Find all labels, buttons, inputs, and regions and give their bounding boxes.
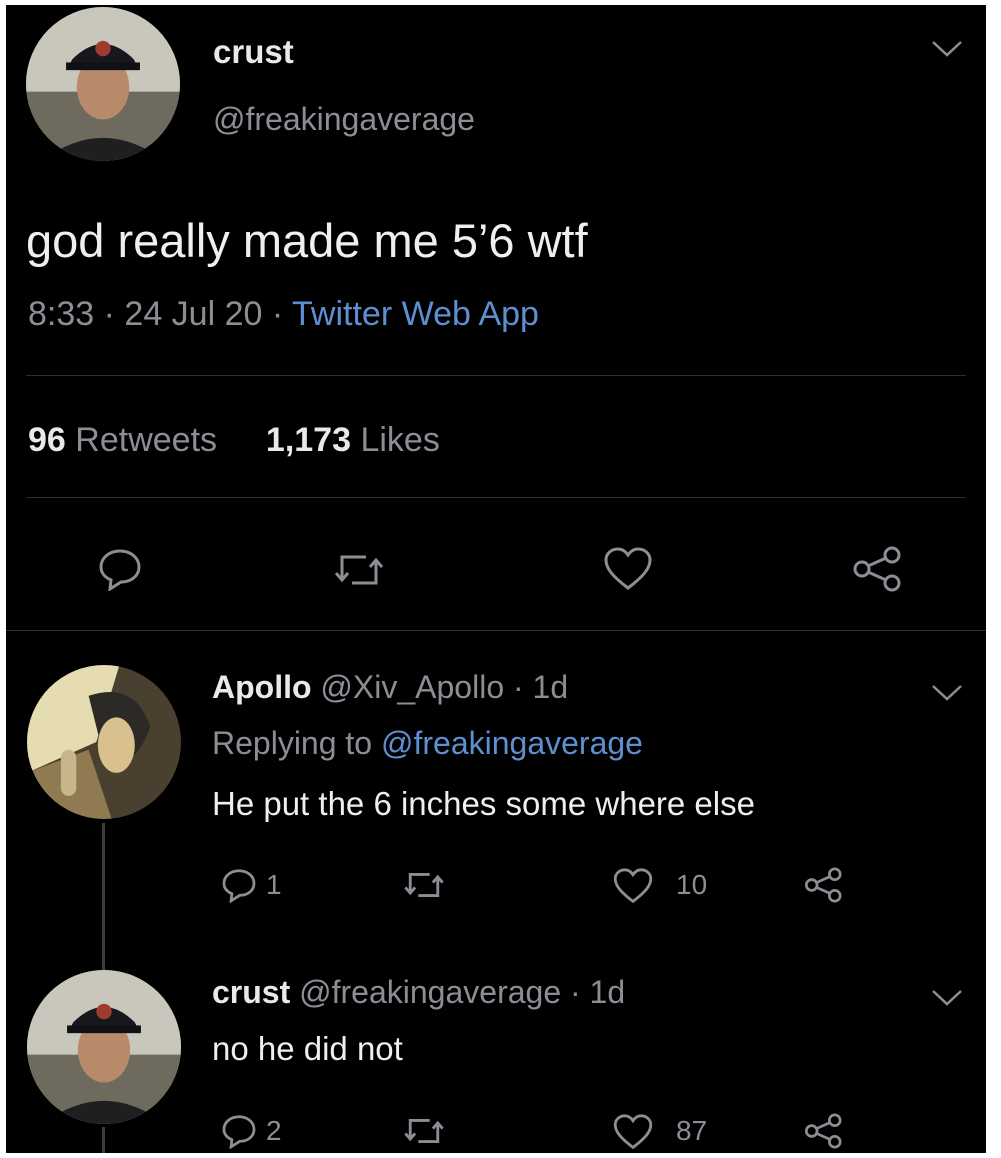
reply-header: crust @freakingaverage · 1d xyxy=(212,974,625,1011)
meta-separator: · xyxy=(570,974,590,1010)
chevron-down-icon[interactable] xyxy=(930,988,964,1008)
retweets-label[interactable]: Retweets xyxy=(75,421,217,459)
likes-label[interactable]: Likes xyxy=(360,421,439,459)
reply-icon[interactable] xyxy=(96,547,144,591)
meta-separator: · xyxy=(271,295,293,333)
likes-count[interactable]: 1,173 xyxy=(266,421,351,459)
tweet-date: 24 Jul 20 xyxy=(124,295,263,333)
tweet-text: god really made me 5’6 wtf xyxy=(26,214,588,267)
like-count: 10 xyxy=(676,869,708,900)
retweet-icon[interactable] xyxy=(402,1114,446,1148)
reply-header: Apollo @Xiv_Apollo · 1d xyxy=(212,669,568,706)
reply-text: He put the 6 inches some where else xyxy=(212,785,755,822)
chevron-down-icon[interactable] xyxy=(930,39,964,59)
like-icon[interactable] xyxy=(612,867,654,905)
reply-display-name[interactable]: crust xyxy=(212,974,290,1010)
author-display-name[interactable]: crust xyxy=(213,33,294,71)
chevron-down-icon[interactable] xyxy=(930,683,964,703)
share-icon[interactable] xyxy=(804,1113,844,1149)
replying-to-prefix: Replying to xyxy=(212,725,373,761)
reply-avatar[interactable] xyxy=(27,970,181,1124)
like-count: 87 xyxy=(676,1115,708,1146)
reply-age: 1d xyxy=(532,669,569,705)
replying-to-handle[interactable]: @freakingaverage xyxy=(381,725,643,761)
reply-icon[interactable] xyxy=(220,867,258,903)
author-handle[interactable]: @freakingaverage xyxy=(213,101,475,138)
like-icon[interactable] xyxy=(602,546,654,592)
reply-display-name[interactable]: Apollo xyxy=(212,669,312,705)
reply-icon[interactable] xyxy=(220,1113,258,1149)
retweet-icon[interactable] xyxy=(332,549,386,591)
reply-age: 1d xyxy=(589,974,626,1010)
share-icon[interactable] xyxy=(852,546,904,592)
thread-line xyxy=(102,823,105,975)
retweets-count[interactable]: 96 xyxy=(28,421,66,459)
replying-to: Replying to @freakingaverage xyxy=(212,725,643,762)
image-border xyxy=(986,5,1001,1153)
reply-text: no he did not xyxy=(212,1030,403,1067)
reply-handle[interactable]: @Xiv_Apollo xyxy=(320,669,504,705)
thread-line xyxy=(102,1127,105,1153)
reply-handle[interactable]: @freakingaverage xyxy=(299,974,561,1010)
like-icon[interactable] xyxy=(612,1113,654,1151)
retweet-icon[interactable] xyxy=(402,868,446,902)
tweet-meta: 8:33 · 24 Jul 20 · Twitter Web App xyxy=(28,295,539,334)
tweet-stats: 96 Retweets 1,173 Likes xyxy=(28,421,440,460)
divider xyxy=(26,497,966,498)
meta-separator: · xyxy=(513,669,533,705)
divider xyxy=(26,375,966,376)
divider xyxy=(6,630,986,631)
reply-avatar[interactable] xyxy=(27,665,181,819)
share-icon[interactable] xyxy=(804,867,844,903)
reply-count: 1 xyxy=(266,869,282,900)
tweet-time: 8:33 xyxy=(28,295,95,333)
tweet-source-link[interactable]: Twitter Web App xyxy=(292,295,539,333)
meta-separator: · xyxy=(103,295,125,333)
author-avatar[interactable] xyxy=(26,7,180,161)
reply-count: 2 xyxy=(266,1115,282,1146)
tweet-screen: crust @freakingaverage god really made m… xyxy=(6,5,986,1153)
